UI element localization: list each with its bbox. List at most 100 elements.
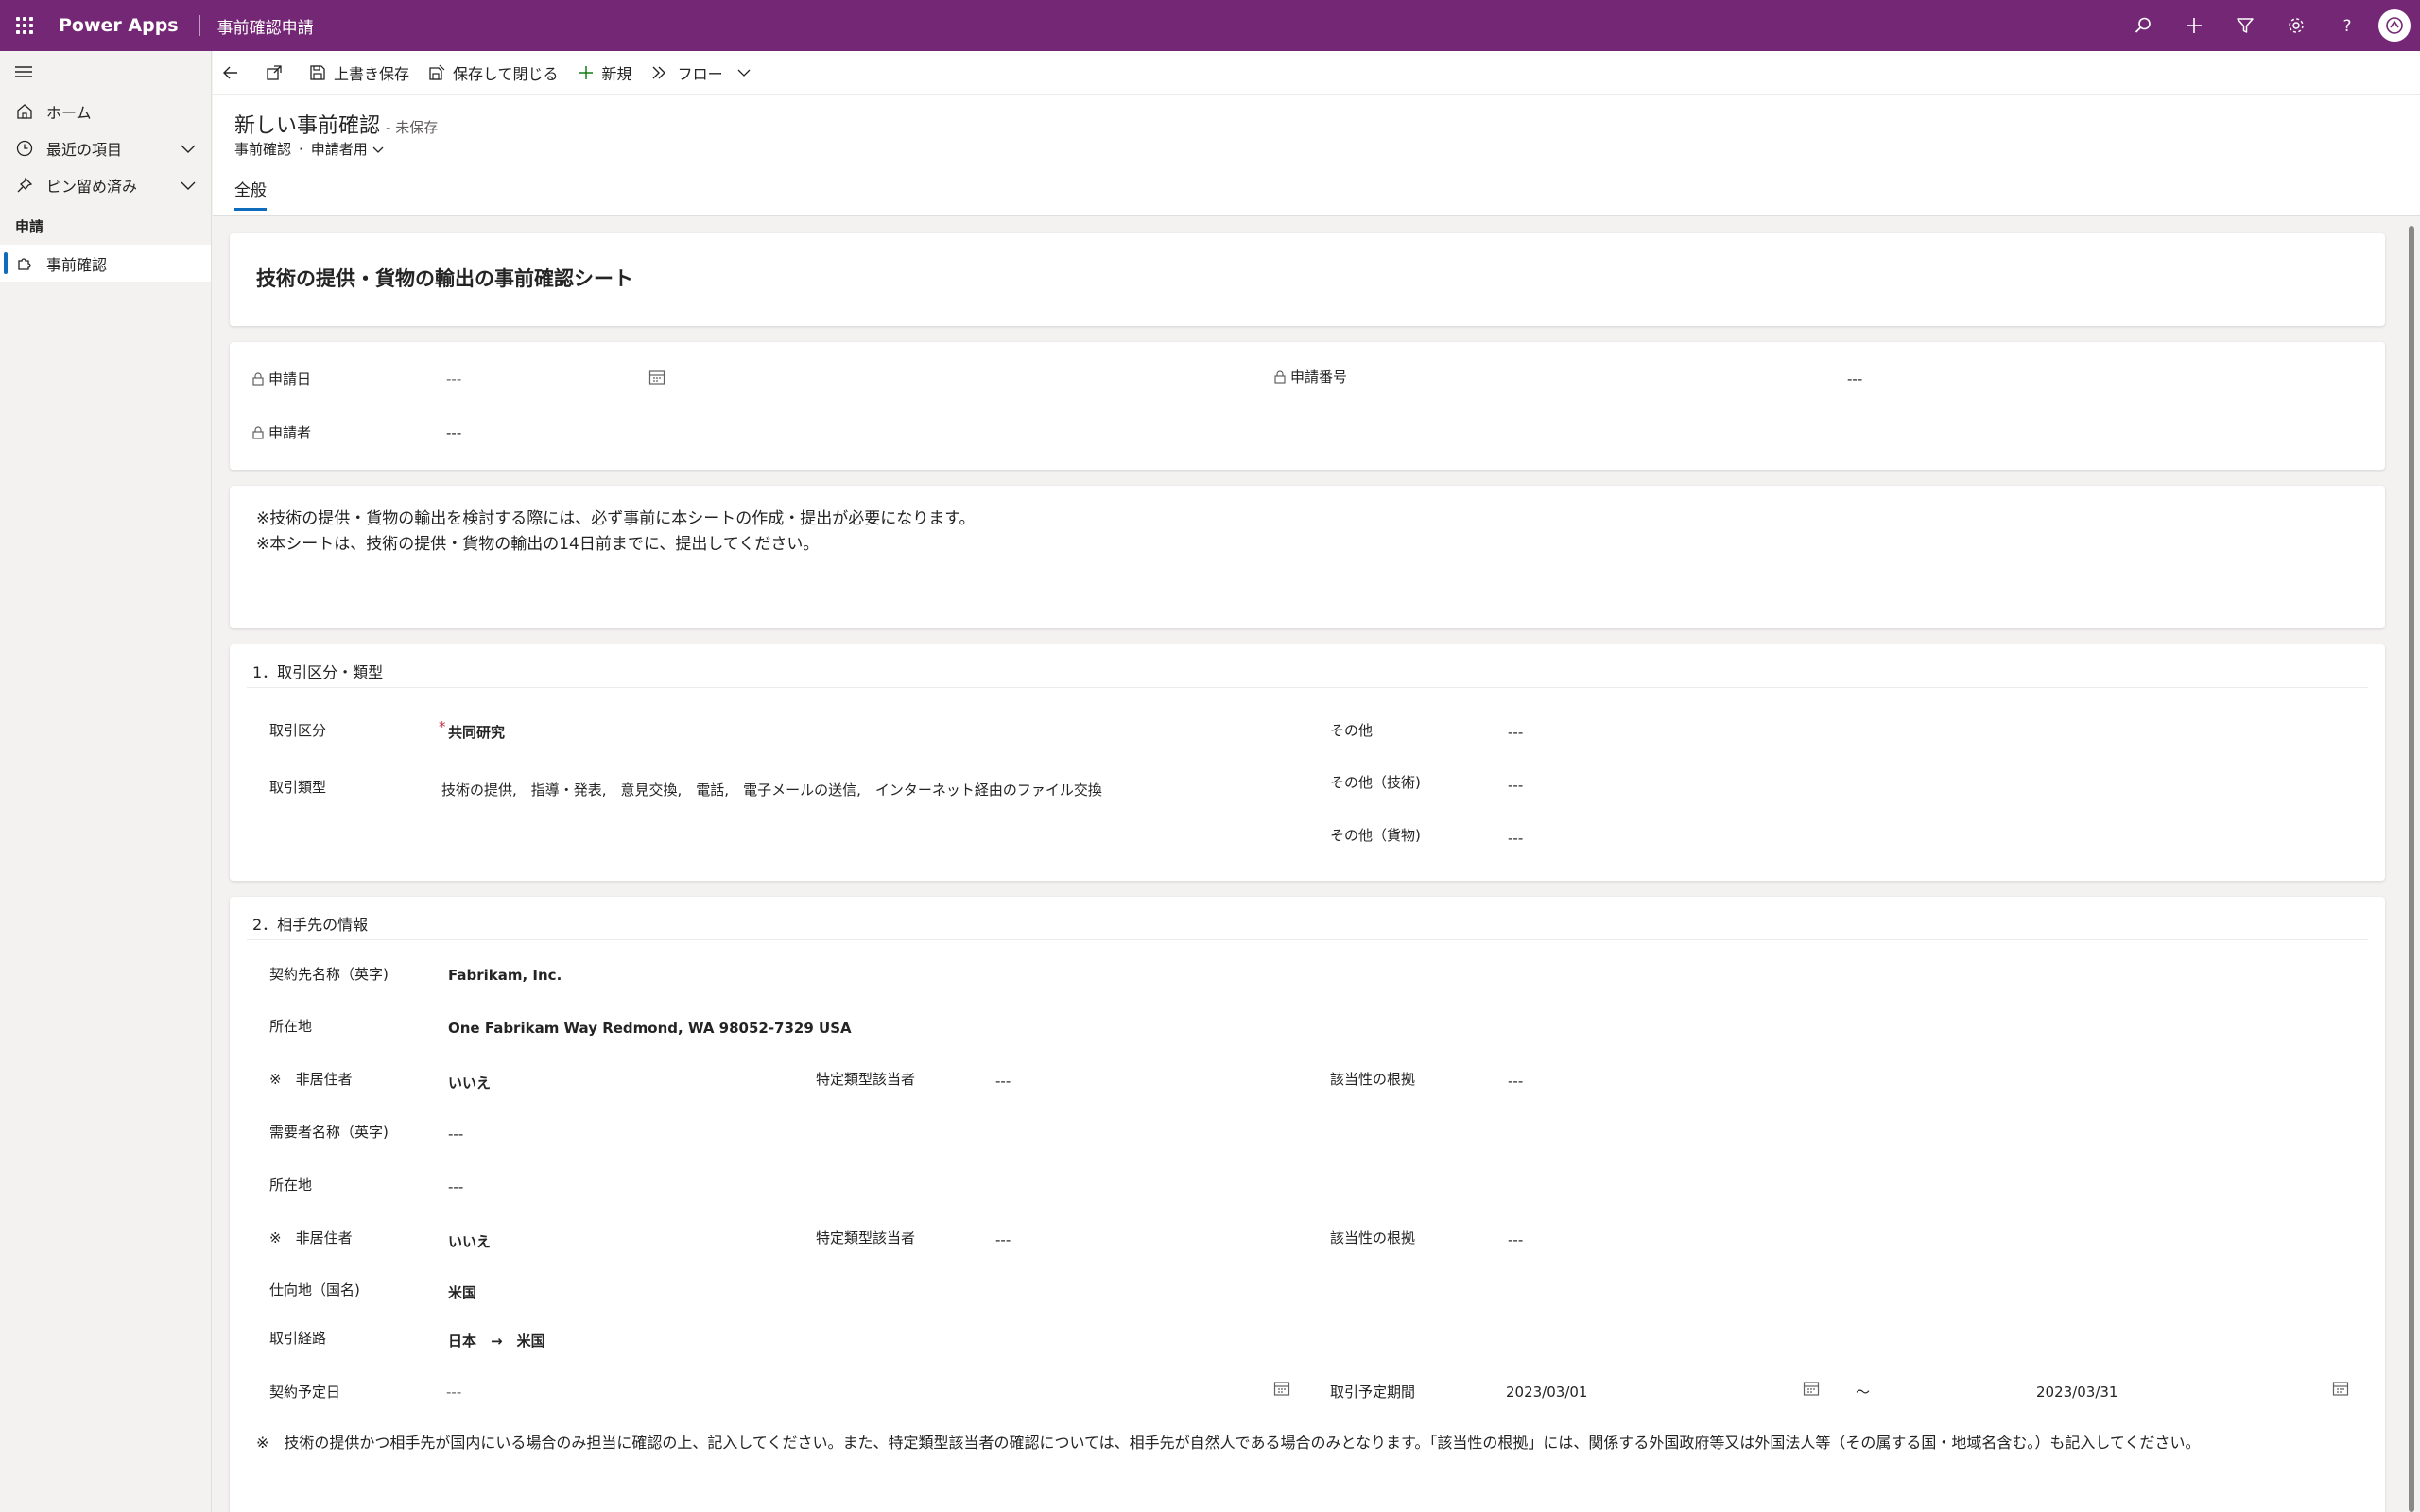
other-tech-label: その他（技術) bbox=[1330, 774, 1421, 791]
nav-item-recent[interactable]: 最近の項目 bbox=[0, 129, 211, 166]
tab-general[interactable]: 全般 bbox=[234, 177, 267, 211]
request-number-label: 申請番号 bbox=[1274, 367, 1347, 387]
period-label: 取引予定期間 bbox=[1330, 1383, 1416, 1400]
form-selector[interactable]: 申請者用 bbox=[311, 139, 368, 159]
date-label: 申請日 bbox=[252, 369, 311, 388]
avatar[interactable] bbox=[2378, 9, 2411, 42]
divider bbox=[247, 939, 2368, 940]
help-icon[interactable]: ? bbox=[2322, 0, 2373, 51]
basis-label: 該当性の根拠 bbox=[1330, 1071, 1416, 1088]
contract-name-value[interactable]: Fabrikam, Inc. bbox=[448, 967, 562, 984]
period-end-value[interactable]: 2023/03/31 bbox=[2036, 1383, 2118, 1400]
destination-value[interactable]: 米国 bbox=[448, 1282, 476, 1302]
save-icon bbox=[310, 65, 325, 80]
record-header: 新しい事前確認 - 未保存 事前確認 · 申請者用 全般 bbox=[213, 95, 2420, 216]
notice-card: ※技術の提供・貨物の輸出を検討する際には、必ず事前に本シートの作成・提出が必要に… bbox=[230, 486, 2385, 628]
nav-collapse-button[interactable] bbox=[0, 51, 211, 93]
top-bar: Power Apps 事前確認申請 ? bbox=[0, 0, 2420, 51]
app-name[interactable]: Power Apps bbox=[49, 15, 199, 36]
nav-item-label: 最近の項目 bbox=[46, 140, 123, 159]
save-label: 上書き保存 bbox=[334, 65, 410, 83]
applicant-label: 申請者 bbox=[252, 422, 311, 442]
filter-icon[interactable] bbox=[2220, 0, 2271, 51]
other-value[interactable]: --- bbox=[1508, 724, 1523, 741]
chevron-down-icon[interactable] bbox=[179, 139, 198, 162]
popout-icon bbox=[267, 65, 282, 80]
lock-icon bbox=[252, 426, 264, 439]
calendar-icon[interactable] bbox=[1273, 1380, 1290, 1397]
non-resident-value[interactable]: いいえ bbox=[448, 1073, 491, 1092]
specific-type-value[interactable]: --- bbox=[995, 1073, 1011, 1090]
transaction-pattern-label: 取引類型 bbox=[269, 779, 327, 796]
form-content: 技術の提供・貨物の輸出の事前確認シート 申請日 --- 申請番号 --- 申請者… bbox=[213, 216, 2420, 1512]
non-resident-value[interactable]: いいえ bbox=[448, 1231, 491, 1251]
app-title[interactable]: 事前確認申請 bbox=[217, 14, 314, 38]
divider bbox=[199, 15, 200, 36]
transaction-pattern-value[interactable]: 技術の提供, 指導・発表, 意見交換, 電話, 電子メールの送信, インターネッ… bbox=[441, 780, 1102, 799]
nav-item-prior-check[interactable]: 事前確認 bbox=[0, 245, 211, 282]
other-label: その他 bbox=[1330, 722, 1374, 739]
new-button[interactable]: 新規 bbox=[568, 51, 642, 95]
hamburger-icon bbox=[15, 66, 32, 77]
contract-date-value[interactable]: --- bbox=[446, 1383, 461, 1400]
other-goods-value[interactable]: --- bbox=[1508, 830, 1523, 847]
search-icon[interactable] bbox=[2118, 0, 2169, 51]
address-label: 所在地 bbox=[269, 1018, 313, 1035]
calendar-icon[interactable] bbox=[1803, 1380, 1820, 1397]
flow-button[interactable]: フロー bbox=[642, 51, 769, 95]
period-start-value[interactable]: 2023/03/01 bbox=[1506, 1383, 1587, 1400]
required-marker: * bbox=[439, 718, 446, 735]
notice-line-2: ※本シートは、技術の提供・貨物の輸出の14日前までに、提出してください。 bbox=[256, 535, 820, 554]
contract-name-label: 契約先名称（英字) bbox=[269, 966, 389, 983]
sheet-title-card: 技術の提供・貨物の輸出の事前確認シート bbox=[230, 233, 2385, 326]
calendar-icon[interactable] bbox=[2332, 1380, 2349, 1397]
record-subtitle: 事前確認 · 申請者用 bbox=[234, 139, 385, 159]
back-button[interactable] bbox=[213, 51, 256, 95]
transaction-category-label: 取引区分 bbox=[269, 722, 327, 739]
plus-icon bbox=[579, 66, 593, 79]
request-number-value: --- bbox=[1847, 370, 1863, 387]
save-close-label: 保存して閉じる bbox=[453, 65, 559, 83]
home-icon bbox=[15, 102, 34, 121]
demander-address-value[interactable]: --- bbox=[448, 1178, 463, 1195]
sheet-title: 技術の提供・貨物の輸出の事前確認シート bbox=[256, 267, 633, 290]
route-value[interactable]: 日本 → 米国 bbox=[448, 1331, 545, 1350]
gear-icon[interactable] bbox=[2271, 0, 2322, 51]
chevron-down-icon[interactable] bbox=[179, 176, 198, 198]
basis-value[interactable]: --- bbox=[1508, 1231, 1523, 1248]
chevron-down-icon bbox=[372, 146, 384, 153]
nav-group-label: 申請 bbox=[15, 218, 44, 235]
demander-name-label: 需要者名称（英字) bbox=[269, 1124, 389, 1141]
meta-card: 申請日 --- 申請番号 --- 申請者 --- bbox=[230, 342, 2385, 470]
command-bar: 上書き保存 保存して閉じる 新規 フロー bbox=[213, 51, 2420, 95]
clock-icon bbox=[15, 139, 34, 158]
app-launcher-button[interactable] bbox=[0, 0, 49, 51]
specific-type-value[interactable]: --- bbox=[995, 1231, 1011, 1248]
nav-item-pinned[interactable]: ピン留め済み bbox=[0, 166, 211, 203]
address-value[interactable]: One Fabrikam Way Redmond, WA 98052-7329 … bbox=[448, 1020, 852, 1037]
basis-value[interactable]: --- bbox=[1508, 1073, 1523, 1090]
save-button[interactable]: 上書き保存 bbox=[300, 51, 419, 95]
calendar-icon bbox=[648, 370, 666, 385]
open-new-window-button[interactable] bbox=[256, 51, 300, 95]
save-close-icon bbox=[429, 64, 445, 80]
record-title-text: 新しい事前確認 bbox=[234, 114, 381, 138]
divider bbox=[247, 687, 2368, 688]
left-navigation: ホーム 最近の項目 ピン留め済み 申請 事前確認 bbox=[0, 51, 212, 1512]
route-label: 取引経路 bbox=[269, 1330, 327, 1347]
nav-item-label: 事前確認 bbox=[46, 255, 108, 274]
plus-icon[interactable] bbox=[2169, 0, 2220, 51]
arrow-left-icon bbox=[223, 66, 237, 79]
section-transaction-type: 1．取引区分・類型 取引区分 * 共同研究 取引類型 技術の提供, 指導・発表,… bbox=[230, 644, 2385, 881]
entity-name: 事前確認 bbox=[234, 141, 292, 158]
demander-name-value[interactable]: --- bbox=[448, 1125, 463, 1143]
pin-icon bbox=[15, 176, 34, 195]
save-and-close-button[interactable]: 保存して閉じる bbox=[419, 51, 568, 95]
other-tech-value[interactable]: --- bbox=[1508, 777, 1523, 794]
transaction-category-value[interactable]: 共同研究 bbox=[448, 722, 505, 742]
section-title: 1．取引区分・類型 bbox=[252, 663, 384, 681]
nav-item-label: ホーム bbox=[46, 103, 92, 122]
scrollbar[interactable] bbox=[2409, 226, 2414, 1512]
demander-address-label: 所在地 bbox=[269, 1177, 313, 1194]
nav-item-home[interactable]: ホーム bbox=[0, 93, 211, 129]
